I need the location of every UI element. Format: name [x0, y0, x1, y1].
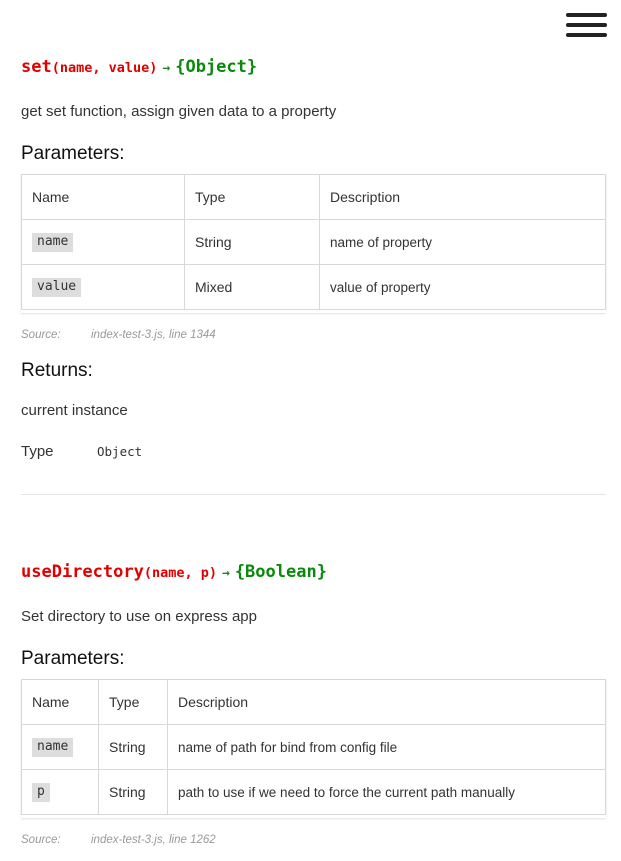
col-header-type: Type [98, 679, 168, 725]
params-table: Name Type Description name String name o… [21, 679, 606, 815]
source-label: Source: [21, 834, 61, 846]
param-name-cell: p [21, 769, 99, 815]
table-row: name String name of path for bind from c… [21, 724, 606, 770]
returns-arrow: → [221, 566, 230, 581]
method-useDirectory: useDirectory(name, p) → {Boolean} Set dire… [21, 0, 606, 861]
method-name: useDirectory [21, 562, 144, 582]
param-description: name of path for bind from config file [167, 724, 606, 770]
parameters-heading: Parameters: [21, 648, 125, 669]
source-info: Source: index-test-3.js, line 1262 [21, 834, 216, 847]
param-type: String [98, 769, 168, 815]
method-description: Set directory to use on express app [21, 608, 257, 625]
source-link[interactable]: index-test-3.js, line 1262 [91, 834, 216, 846]
param-name-cell: name [21, 724, 99, 770]
param-description: path to use if we need to force the curr… [167, 769, 606, 815]
col-header-name: Name [21, 679, 99, 725]
method-signature: useDirectory(name, p) → {Boolean} [21, 564, 327, 581]
method-params: (name, p) [143, 565, 217, 581]
table-row: p String path to use if we need to force… [21, 769, 606, 815]
col-header-description: Description [167, 679, 606, 725]
method-return-type: {Boolean} [234, 562, 327, 582]
table-header-row: Name Type Description [21, 679, 606, 725]
param-name: p [32, 783, 50, 802]
param-name: name [32, 738, 74, 757]
param-type: String [98, 724, 168, 770]
